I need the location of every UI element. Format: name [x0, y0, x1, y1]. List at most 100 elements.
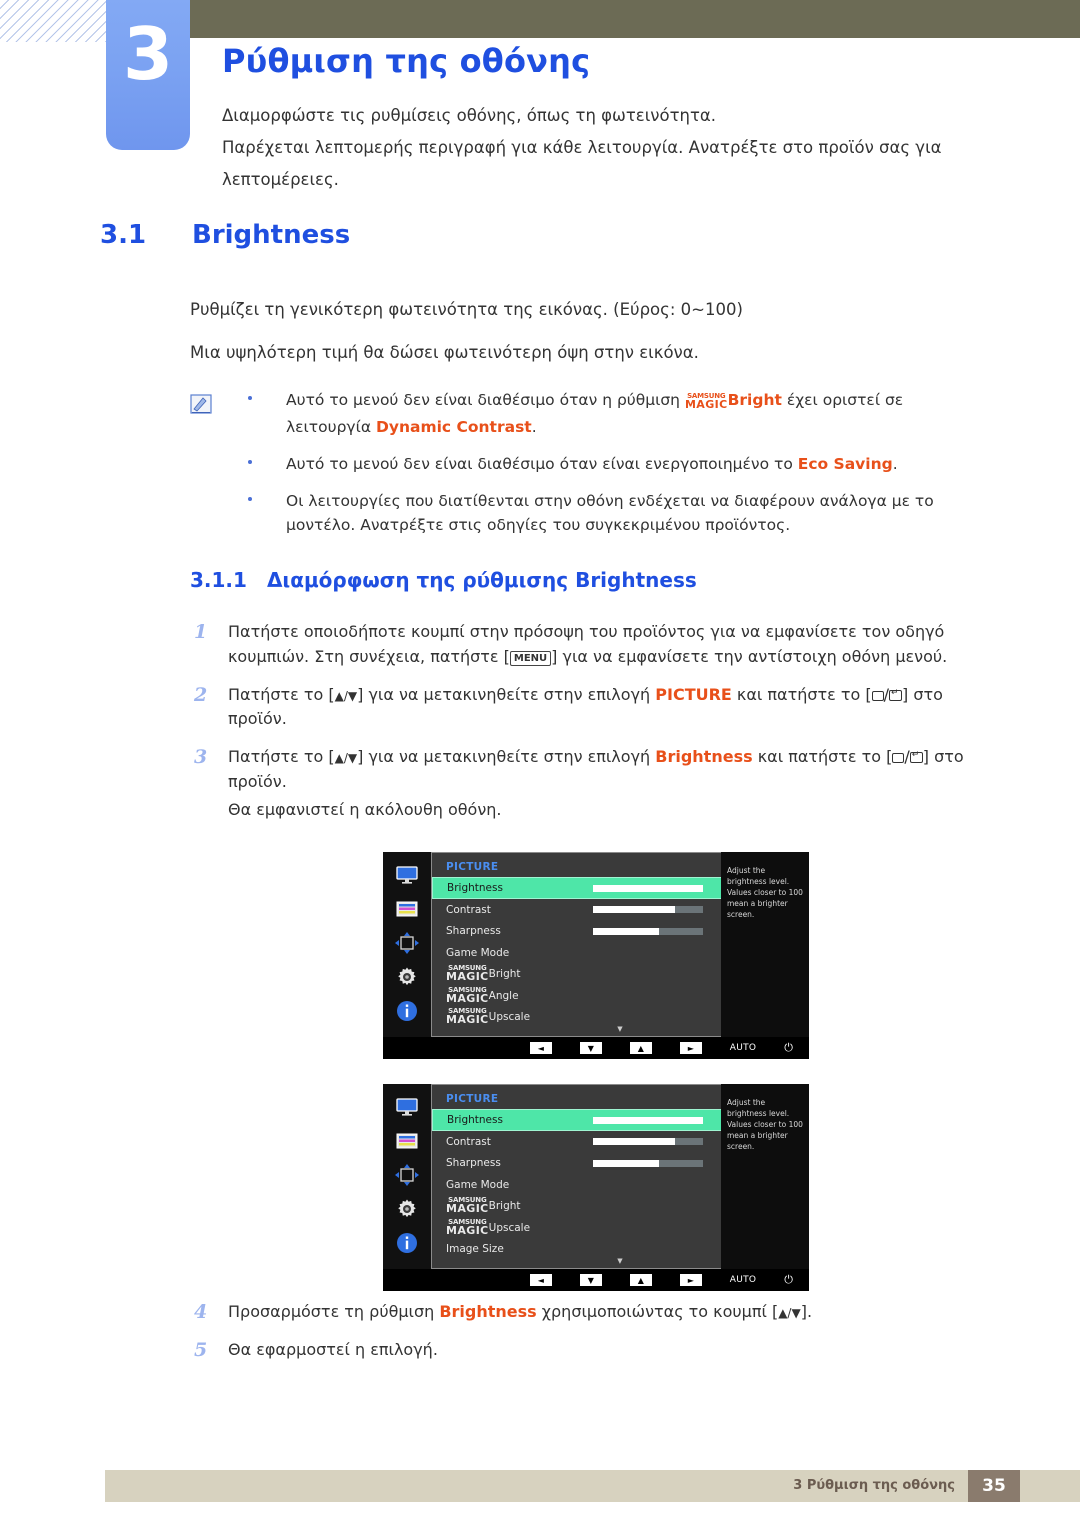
osd-row-slider[interactable] [561, 1159, 734, 1167]
osd-row-slider[interactable] [561, 1138, 734, 1146]
auto-button[interactable]: AUTO [730, 1043, 757, 1053]
osd-row-slider[interactable] [561, 927, 734, 935]
step-number: 2 [194, 683, 208, 706]
page-footer: 3 Ρύθμιση της οθόνης 35 [105, 1470, 1080, 1502]
note-item: Οι λειτουργίες που διατίθενται στην οθόν… [190, 489, 990, 537]
step-text-a: Πατήστε το [ [228, 747, 335, 767]
step-item: 2 Πατήστε το [▲/▼] για να μετακινηθείτε … [190, 683, 1000, 733]
scroll-down-caret-icon[interactable]: ▼ [617, 1025, 622, 1033]
position-arrows-icon[interactable] [394, 1164, 420, 1186]
magic-big-text: MAGIC [446, 1223, 489, 1237]
osd-row-slider[interactable] [561, 906, 734, 914]
magic-big-text: MAGIC [446, 991, 489, 1005]
follow-up-text: Θα εμφανιστεί η ακόλουθη οθόνη. [228, 800, 502, 819]
step-item: 1 Πατήστε οποιοδήποτε κουμπί στην πρόσοψ… [190, 620, 1000, 670]
osd-row-label-suffix: Upscale [488, 1011, 531, 1024]
steps-list-bottom: 4 Προσαρμόστε τη ρύθμιση Brightness χρησ… [190, 1300, 1000, 1376]
note-highlight: Eco Saving [797, 455, 893, 474]
chapter-intro: Διαμορφώστε τις ρυθμίσεις οθόνης, όπως τ… [222, 100, 982, 197]
left-arrow-button[interactable]: ◄ [529, 1042, 552, 1054]
step-item: 5 Θα εφαρμοστεί η επιλογή. [190, 1338, 1000, 1363]
osd-screenshot-2: PICTURE Brightness 100 Contrast 75 Sharp… [383, 1084, 809, 1291]
step-highlight: Brightness [439, 1302, 537, 1321]
osd-row-label: Game Mode [446, 1178, 510, 1191]
note-text-post: . [531, 418, 537, 437]
subsection-heading: 3.1.1 Διαμόρφωση της ρύθμισης Brightness [190, 568, 697, 592]
step-text-b: ] για να εμφανίσετε την αντίστοιχη οθόνη… [551, 646, 948, 666]
section-paragraph-2: Μια υψηλότερη τιμή θα δώσει φωτεινότερη … [190, 343, 699, 362]
osd-sidebar [383, 1084, 431, 1269]
right-arrow-button[interactable]: ► [679, 1042, 702, 1054]
samsung-magic-logo: SAMSUNG MAGIC [446, 965, 489, 983]
footer-chapter-label: 3 Ρύθμιση της οθόνης [793, 1478, 955, 1493]
note-text-pre: Αυτό το μενού δεν είναι διαθέσιμο όταν ε… [286, 455, 798, 474]
osd-sidebar [383, 852, 431, 1037]
position-arrows-icon[interactable] [394, 932, 420, 954]
enter-return-icon [909, 751, 923, 764]
step-number: 1 [194, 621, 208, 643]
back-box-icon [871, 690, 884, 701]
down-arrow-button[interactable]: ▼ [579, 1042, 602, 1054]
note-list: Αυτό το μενού δεν είναι διαθέσιμο όταν η… [190, 388, 990, 537]
gear-icon[interactable] [394, 1198, 420, 1220]
section-heading: 3.1 Brightness [100, 220, 1000, 250]
osd-row-spacer [561, 1246, 734, 1253]
up-arrow-button[interactable]: ▲ [629, 1274, 652, 1286]
step-item: 3 Πατήστε το [▲/▼] για να μετακινηθείτε … [190, 745, 1000, 795]
note-item: Αυτό το μενού δεν είναι διαθέσιμο όταν η… [190, 388, 990, 439]
osd-row-label: Game Mode [446, 946, 510, 959]
info-icon[interactable] [394, 1000, 420, 1022]
osd-row-slider[interactable] [562, 884, 733, 892]
osd-row-label: Contrast [446, 1135, 491, 1148]
gear-icon[interactable] [394, 966, 420, 988]
samsung-magic-logo: SAMSUNG MAGIC [446, 1218, 489, 1237]
color-list-icon[interactable] [394, 898, 420, 920]
chapter-intro-line2: Παρέχεται λεπτομερής περιγραφή για κάθε … [222, 138, 942, 190]
right-arrow-button[interactable]: ► [679, 1274, 702, 1286]
osd-row-label: Contrast [446, 903, 491, 916]
osd-row-label: Sharpness [446, 925, 501, 938]
osd-row-spacer [561, 971, 734, 978]
info-icon[interactable] [394, 1232, 420, 1254]
bullet-dot [248, 460, 252, 465]
step-text-a: Θα εφαρμοστεί η επιλογή. [228, 1339, 438, 1359]
osd-description-panel: Adjust the brightness level. Values clos… [721, 1084, 809, 1269]
osd-row-spacer [561, 1203, 734, 1210]
step-highlight: Brightness [655, 747, 753, 767]
osd-row-label: Brightness [447, 882, 503, 894]
magic-big-text: MAGIC [446, 1013, 489, 1027]
step-text-a: Προσαρμόστε τη ρύθμιση [228, 1302, 440, 1321]
power-icon[interactable]: ⏻ [784, 1273, 793, 1287]
bullet-dot [248, 497, 252, 502]
section-title: Brightness [192, 220, 351, 250]
up-down-arrows-glyph: ▲/▼ [778, 1306, 801, 1320]
section-number: 3.1 [100, 220, 147, 250]
header-olive-bar [190, 0, 1080, 38]
left-arrow-button[interactable]: ◄ [529, 1274, 552, 1286]
osd-row-label: SAMSUNG MAGIC Upscale [446, 1218, 561, 1237]
step-highlight: PICTURE [655, 684, 732, 704]
osd-row-slider[interactable] [562, 1116, 733, 1124]
down-arrow-button[interactable]: ▼ [579, 1274, 602, 1286]
osd-row-label-suffix: Bright [488, 1200, 521, 1213]
monitor-icon[interactable] [394, 1096, 420, 1118]
up-arrow-button[interactable]: ▲ [629, 1042, 652, 1054]
osd-row-label: Image Size [446, 1243, 504, 1256]
auto-button[interactable]: AUTO [730, 1275, 757, 1285]
osd-row-label: SAMSUNG MAGIC Upscale [446, 1008, 561, 1026]
scroll-down-caret-icon[interactable]: ▼ [617, 1257, 622, 1265]
osd-footer-bar: ◄ ▼ ▲ ► AUTO ⏻ [383, 1269, 809, 1291]
subsection-title: Διαμόρφωση της ρύθμισης Brightness [266, 568, 697, 592]
osd-row-label: SAMSUNG MAGIC Bright [446, 965, 561, 983]
color-list-icon[interactable] [394, 1130, 420, 1152]
step-number: 5 [194, 1338, 208, 1361]
step-text-b: ] για να μετακινηθείτε στην επιλογή [357, 684, 656, 704]
osd-row-label-suffix: Bright [488, 968, 521, 981]
power-icon[interactable]: ⏻ [784, 1041, 793, 1055]
osd-row-spacer [561, 1224, 734, 1231]
magic-big-text: MAGIC [446, 970, 489, 984]
bullet-dot [248, 396, 252, 400]
monitor-icon[interactable] [394, 864, 420, 886]
osd-row-label: Sharpness [446, 1157, 501, 1170]
menu-keycap: MENU [509, 650, 552, 666]
